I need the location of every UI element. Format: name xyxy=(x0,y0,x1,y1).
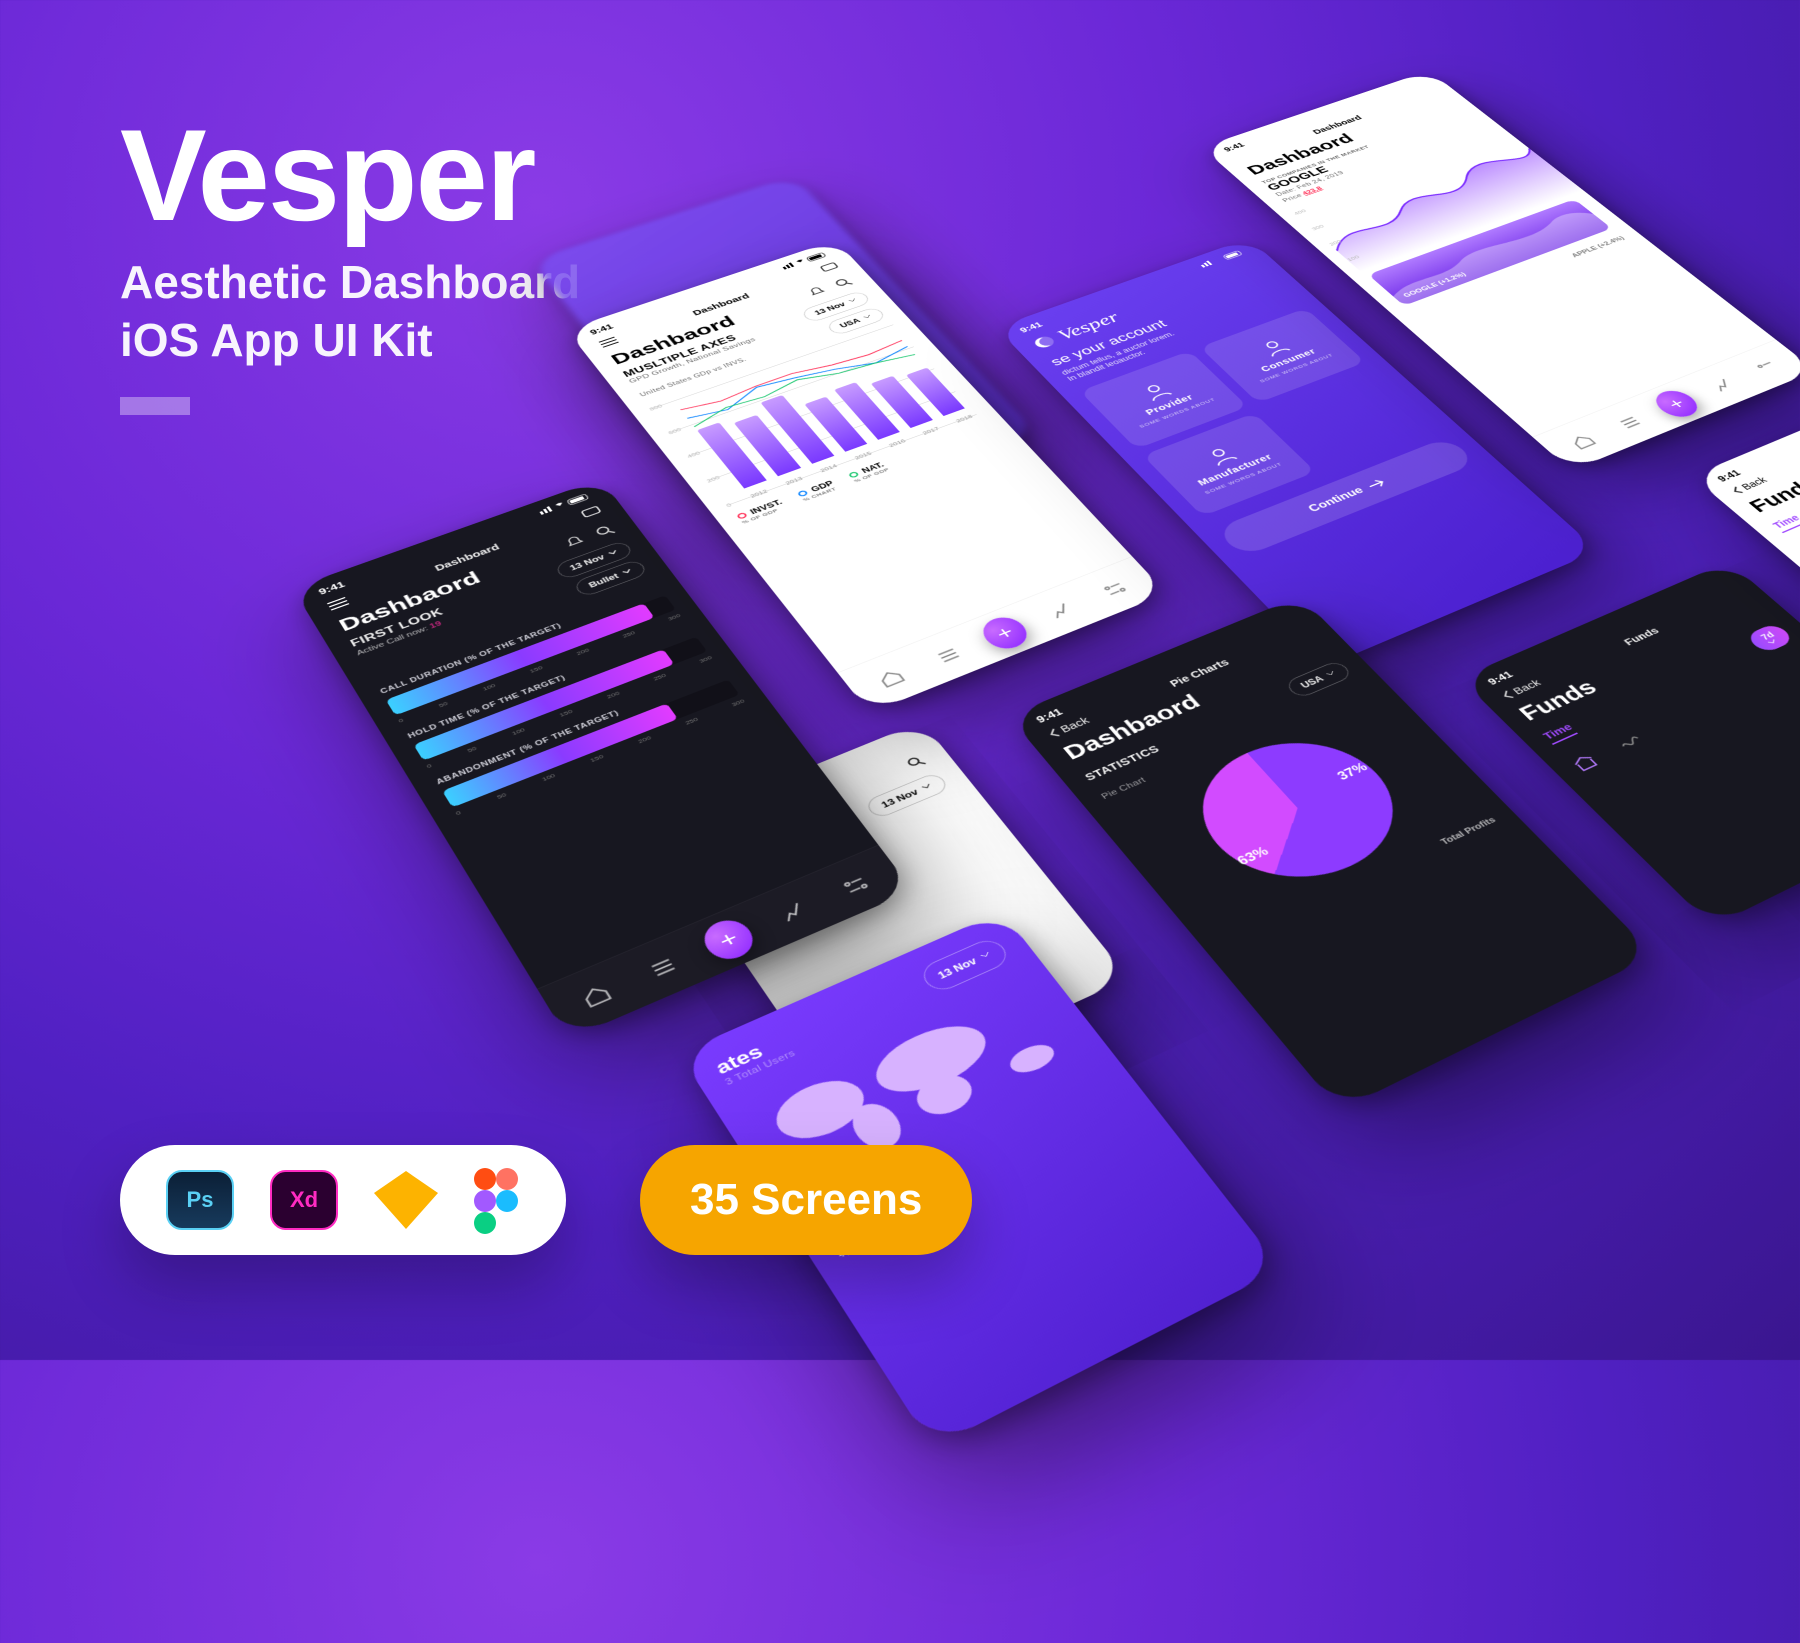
adobe-xd-icon: Xd xyxy=(270,1170,338,1230)
photoshop-icon: Ps xyxy=(166,1170,234,1230)
fab-add-button[interactable]: + xyxy=(1648,386,1706,421)
bell-icon[interactable] xyxy=(562,533,588,551)
search-icon[interactable] xyxy=(592,522,618,539)
accent-bar xyxy=(120,397,190,415)
nav-list-icon[interactable] xyxy=(636,949,690,984)
nav-home-icon[interactable] xyxy=(1561,429,1605,453)
dark-pie-screen: 9:41 Back Pie Charts Dashbaord STATISTIC… xyxy=(1008,596,1654,1110)
tab-time[interactable]: Time xyxy=(1770,513,1800,533)
search-icon[interactable] xyxy=(902,752,931,773)
country-chip[interactable]: USA xyxy=(1283,660,1354,700)
nav-settings-icon[interactable] xyxy=(1746,355,1789,378)
nav-analytics-icon[interactable] xyxy=(1036,597,1084,625)
fab-add-button[interactable]: + xyxy=(975,612,1035,654)
tab-bank-icon[interactable] xyxy=(1569,752,1601,773)
svg-text:400: 400 xyxy=(1292,208,1308,216)
tool-badges: Ps Xd xyxy=(120,1145,566,1255)
figma-icon xyxy=(474,1168,520,1232)
svg-text:300: 300 xyxy=(1310,223,1326,231)
nav-list-icon[interactable] xyxy=(924,641,972,670)
moon-logo-icon xyxy=(1030,333,1060,351)
nav-analytics-icon[interactable] xyxy=(766,895,819,929)
sketch-icon xyxy=(374,1171,438,1229)
nav-analytics-icon[interactable] xyxy=(1700,373,1743,396)
search-icon[interactable] xyxy=(832,276,856,290)
nav-home-icon[interactable] xyxy=(569,978,624,1014)
screens-count-pill: 35 Screens xyxy=(640,1145,972,1255)
nav-list-icon[interactable] xyxy=(1608,410,1652,434)
tab-wave-icon[interactable] xyxy=(1615,732,1647,753)
tab-time[interactable]: Time xyxy=(1540,721,1578,745)
nav-home-icon[interactable] xyxy=(867,664,916,693)
nav-settings-icon[interactable] xyxy=(1091,575,1138,602)
